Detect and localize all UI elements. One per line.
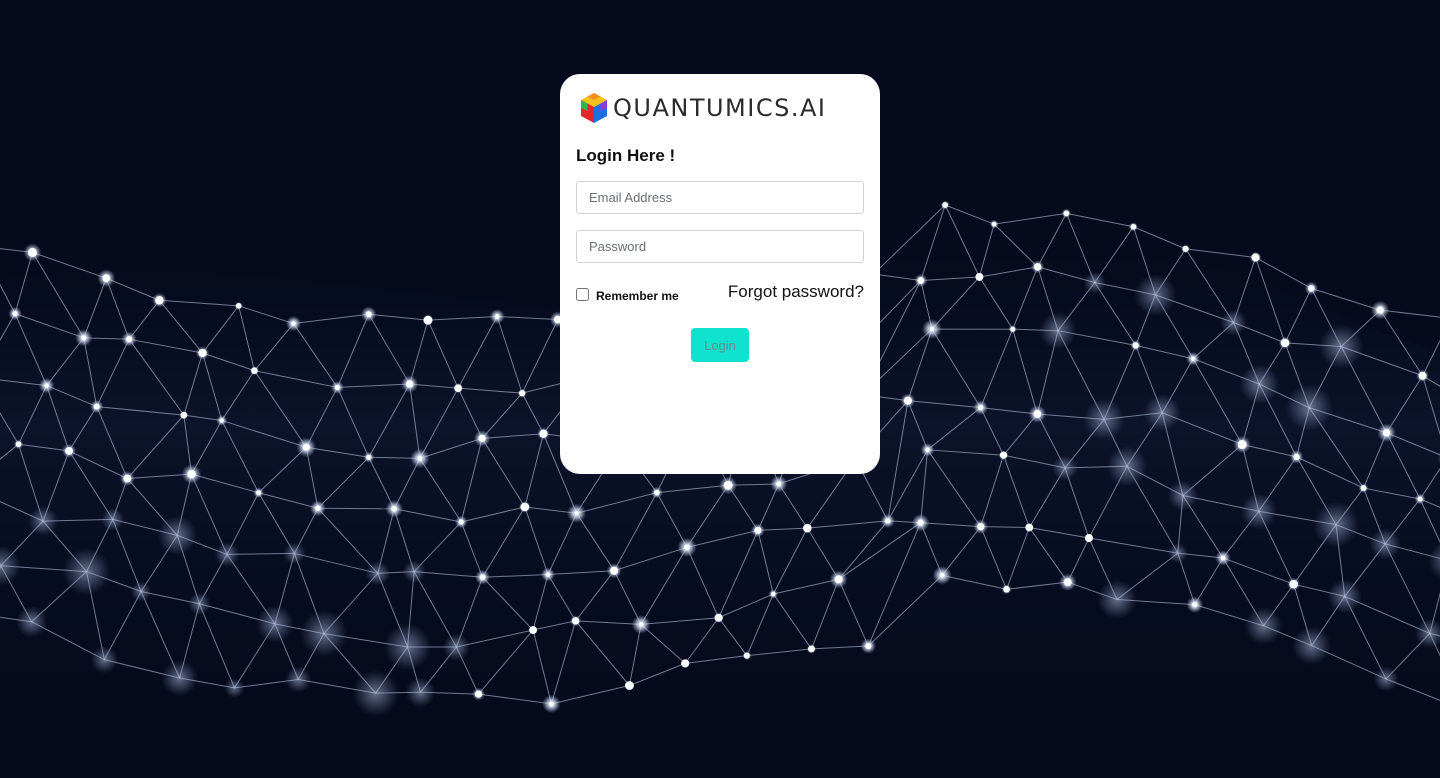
email-input[interactable] xyxy=(576,181,864,214)
remember-me[interactable]: Remember me xyxy=(576,285,679,303)
brand-logo: QUANTUMICS.AI xyxy=(578,91,826,125)
login-title: Login Here ! xyxy=(576,146,676,165)
forgot-password-link[interactable]: Forgot password? xyxy=(728,282,864,302)
cube-logo-icon xyxy=(581,93,607,123)
remember-me-label: Remember me xyxy=(596,289,679,303)
password-input[interactable] xyxy=(576,230,864,263)
brand-name: QUANTUMICS.AI xyxy=(613,94,827,122)
login-button[interactable]: Login xyxy=(691,328,749,362)
remember-me-checkbox[interactable] xyxy=(576,287,589,301)
login-card: QUANTUMICS.AI Login Here ! Remember me F… xyxy=(560,74,880,474)
